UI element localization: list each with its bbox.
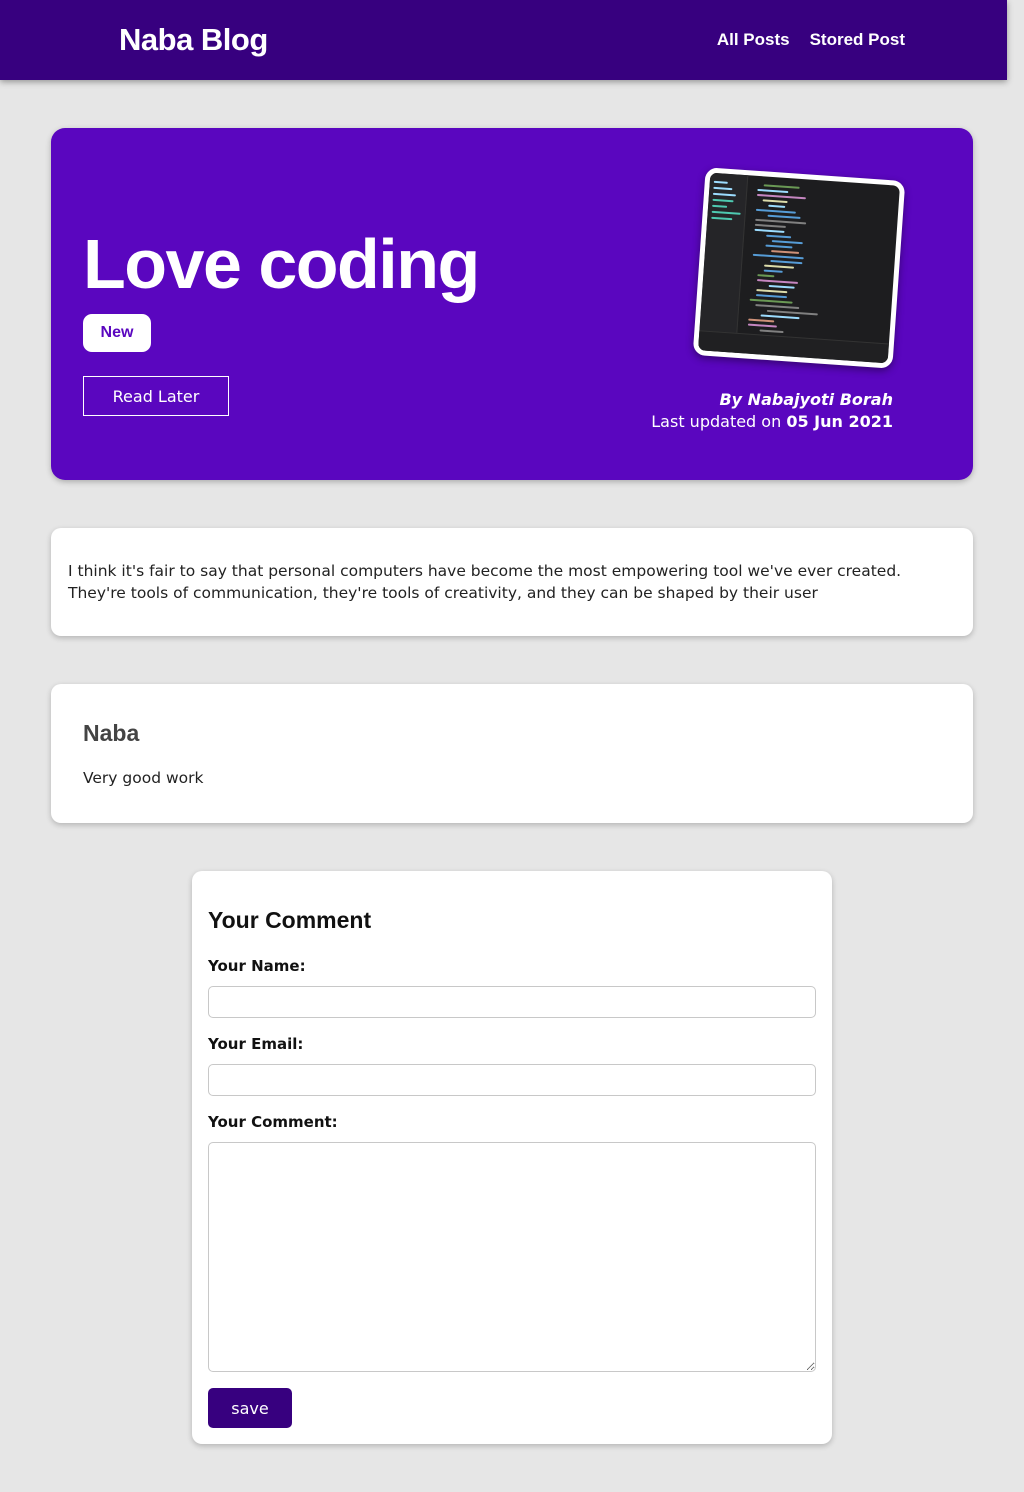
code-line — [771, 240, 803, 245]
top-navbar: Naba Blog All Posts Stored Post — [0, 0, 1007, 80]
comment-author: Naba — [83, 720, 140, 746]
code-line — [757, 188, 789, 194]
code-line — [756, 279, 799, 284]
code-line — [771, 250, 800, 254]
save-button[interactable]: save — [208, 1388, 292, 1428]
editor-statusbar — [698, 330, 889, 364]
code-line — [759, 329, 784, 334]
read-later-button[interactable]: Read Later — [83, 376, 229, 416]
code-line — [764, 264, 795, 269]
post-author: By Nabajyoti Borah — [719, 390, 893, 409]
comment-card: Naba Very good work — [51, 684, 973, 823]
email-input[interactable] — [208, 1064, 816, 1096]
comment-form: Your Comment Your Name: Your Email: Your… — [192, 871, 832, 1444]
post-hero: Love coding New Read Later By Nabajyoti … — [51, 128, 973, 480]
code-line — [756, 289, 788, 294]
code-line — [754, 228, 785, 233]
post-image — [692, 167, 906, 369]
post-title: Love coding — [83, 225, 480, 303]
post-excerpt: I think it's fair to say that personal c… — [68, 562, 902, 602]
code-line — [752, 253, 804, 260]
form-title: Your Comment — [208, 907, 372, 933]
name-label: Your Name: — [208, 957, 306, 975]
code-line — [770, 259, 803, 265]
new-badge: New — [83, 314, 151, 352]
code-line — [763, 184, 800, 189]
nav-link-stored-post[interactable]: Stored Post — [810, 30, 905, 50]
code-line — [749, 298, 793, 304]
nav-link-all-posts[interactable]: All Posts — [717, 30, 790, 50]
email-label: Your Email: — [208, 1035, 304, 1053]
site-logo-text[interactable]: Naba Blog — [119, 22, 268, 58]
comment-label: Your Comment: — [208, 1113, 338, 1131]
code-line — [763, 269, 783, 273]
code-line — [748, 318, 775, 323]
code-line — [754, 223, 786, 228]
comment-textarea[interactable] — [208, 1142, 816, 1372]
code-line — [747, 323, 777, 328]
comment-text: Very good work — [83, 769, 204, 787]
code-line — [768, 204, 786, 208]
code-line — [768, 284, 795, 289]
code-line — [757, 274, 775, 278]
code-line — [760, 314, 800, 320]
code-line — [755, 294, 788, 299]
main-nav: All Posts Stored Post — [717, 30, 905, 50]
code-line — [762, 199, 788, 204]
updated-date: 05 Jun 2021 — [786, 412, 893, 431]
code-line — [765, 244, 793, 249]
name-input[interactable] — [208, 986, 816, 1018]
code-line — [766, 234, 792, 239]
code-line — [755, 208, 796, 214]
code-line — [767, 214, 801, 219]
code-line — [755, 304, 800, 310]
updated-prefix: Last updated on — [651, 412, 782, 431]
post-excerpt-card: I think it's fair to say that personal c… — [51, 528, 973, 636]
post-updated: Last updated on 05 Jun 2021 — [651, 412, 893, 431]
